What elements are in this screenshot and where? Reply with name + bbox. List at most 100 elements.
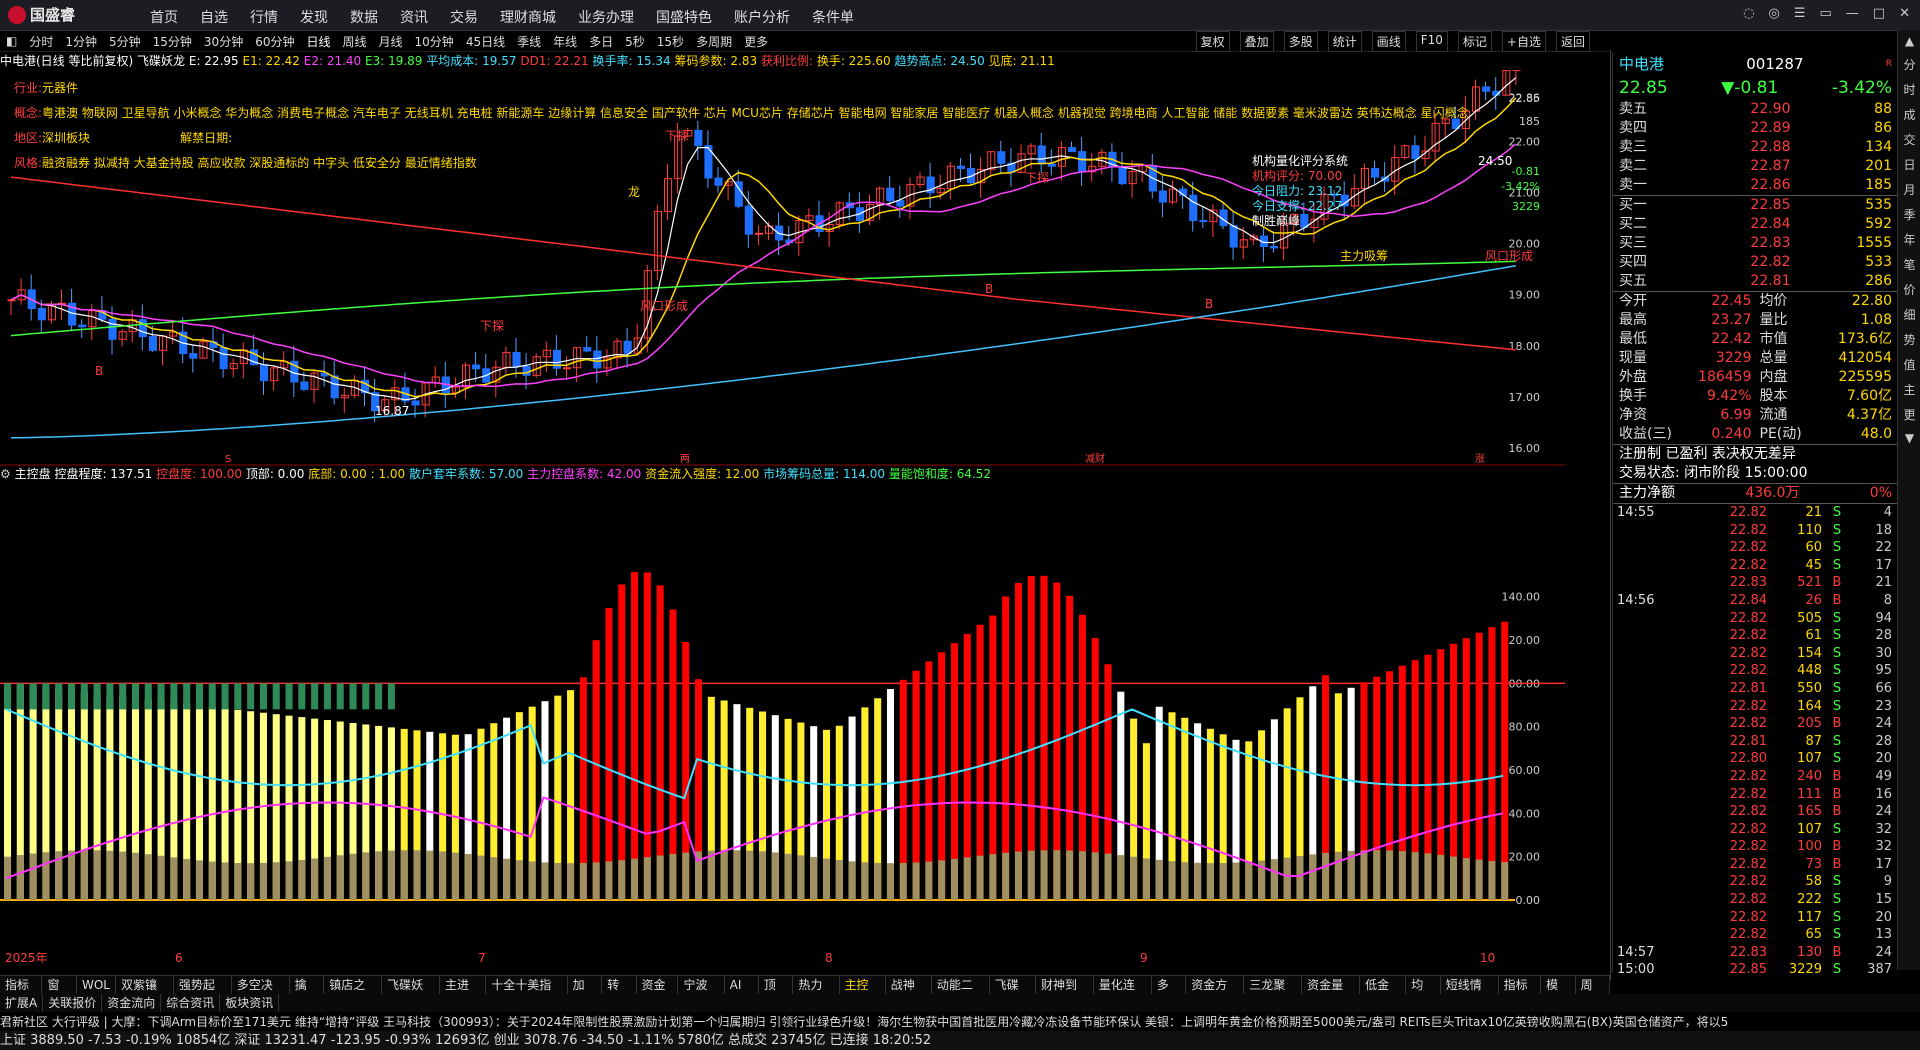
asks-row-4[interactable]: 卖一 22.86 185 [1613, 176, 1898, 195]
menu-item-11[interactable]: 条件单 [812, 7, 854, 27]
asks-row-2[interactable]: 卖三 22.88 134 [1613, 138, 1898, 157]
indicator-tab-32[interactable]: 模板 [1541, 976, 1576, 1010]
bids-row-0[interactable]: 买一 22.85 535 [1613, 196, 1898, 215]
indicator-tab-12[interactable]: 转点 [602, 976, 637, 1010]
period-16[interactable]: 多周期 [690, 33, 738, 50]
period-11[interactable]: 季线 [511, 33, 547, 50]
tool-7[interactable]: +自选 [1501, 31, 1546, 52]
tool-5[interactable]: F10 [1415, 31, 1448, 52]
period-10[interactable]: 45日线 [460, 33, 511, 50]
right-tab-10[interactable]: 价 [1903, 277, 1915, 302]
indicator-tab-1[interactable]: 窗口 [42, 976, 77, 1010]
asks-row-1[interactable]: 卖四 22.89 86 [1613, 119, 1898, 138]
period-toggle-icon[interactable]: ◧ [0, 34, 23, 48]
menu-item-8[interactable]: 业务办理 [578, 7, 634, 27]
maximize-icon[interactable]: □ [1873, 6, 1885, 21]
info-tab-2[interactable]: 资金流向 [102, 994, 162, 1012]
indicator-tab-18[interactable]: 主控盘 [840, 976, 886, 1010]
menu-item-5[interactable]: 资讯 [400, 7, 428, 27]
period-4[interactable]: 30分钟 [198, 33, 249, 50]
quote-name[interactable]: 中电港 [1619, 52, 1664, 76]
period-15[interactable]: 15秒 [651, 33, 690, 50]
right-tab-4[interactable]: 交 [1903, 127, 1915, 152]
tool-0[interactable]: 复权 [1195, 31, 1230, 52]
period-3[interactable]: 15分钟 [147, 33, 198, 50]
indicator-tab-30[interactable]: 短线情绪 [1441, 976, 1499, 1010]
indicator-tab-31[interactable]: 指标B [1499, 976, 1542, 1010]
menu-item-4[interactable]: 数据 [350, 7, 378, 27]
region-value[interactable]: 深圳板块 [42, 131, 90, 145]
indicator-tab-13[interactable]: 资金2 [637, 976, 679, 1010]
tool-2[interactable]: 多股 [1283, 31, 1318, 52]
chat-icon[interactable]: ◌ [1743, 6, 1754, 21]
tool-8[interactable]: 返回 [1555, 31, 1590, 52]
right-tab-6[interactable]: 月 [1903, 177, 1915, 202]
right-tab-3[interactable]: 成 [1903, 102, 1915, 127]
right-tab-8[interactable]: 年 [1903, 227, 1915, 252]
tick-list[interactable]: 14:55 22.82 21 S 4 22.82 110 S 18 22.82 60 S 22 22.82… [1613, 503, 1898, 979]
news-ticker[interactable]: 君新社区 大行评级 | 大摩：下调Arm目标价至171美元 维持“增持”评级 王… [0, 1013, 1920, 1031]
right-tab-2[interactable]: 时 [1903, 77, 1915, 102]
indicator-tab-9[interactable]: 主进出 [440, 976, 487, 1010]
indicator-tab-6[interactable]: 擒龙 [290, 976, 325, 1010]
period-2[interactable]: 5分钟 [103, 33, 147, 50]
menu-item-9[interactable]: 国盛特色 [656, 7, 712, 27]
tool-1[interactable]: 叠加 [1239, 31, 1274, 52]
tool-4[interactable]: 画线 [1371, 31, 1406, 52]
right-tab-12[interactable]: 势 [1903, 327, 1915, 352]
indicator-tab-19[interactable]: 战神号 [886, 976, 932, 1010]
menu-item-2[interactable]: 行情 [250, 7, 278, 27]
indicator-tab-29[interactable]: 均线 [1406, 976, 1441, 1010]
control-indicator-chart[interactable]: 140.00120.00100.0080.0060.0040.0020.000.… [0, 470, 1565, 975]
indicator-tab-7[interactable]: 镇店之宝 [324, 976, 383, 1010]
indicator-tab-27[interactable]: 资金量能 [1302, 976, 1361, 1010]
minimize-icon[interactable]: — [1846, 6, 1859, 21]
menu-item-7[interactable]: 理财商城 [500, 7, 556, 27]
right-tab-16[interactable]: ▼ [1905, 427, 1914, 449]
indicator-tab-14[interactable]: 宁波敢 [678, 976, 725, 1010]
right-tab-7[interactable]: 季 [1903, 202, 1915, 227]
right-tab-11[interactable]: 细 [1903, 302, 1915, 327]
menu-item-1[interactable]: 自选 [200, 7, 228, 27]
menu-icon[interactable]: ☰ [1794, 6, 1806, 21]
info-tab-4[interactable]: 板块资讯 [220, 994, 280, 1012]
indicator-tab-15[interactable]: AI龙 [725, 976, 759, 1010]
indicator-tab-11[interactable]: 加仓 [568, 976, 603, 1010]
indicator-tab-16[interactable]: 顶底 [759, 976, 794, 1010]
right-tab-15[interactable]: 更 [1903, 402, 1915, 427]
menu-item-0[interactable]: 首页 [150, 7, 178, 27]
indicator-tab-17[interactable]: 热力图 [793, 976, 840, 1010]
right-tab-5[interactable]: 日 [1903, 152, 1915, 177]
period-0[interactable]: 分时 [23, 33, 59, 50]
indicator-plugin[interactable]: 飞碟妖龙 [137, 54, 185, 68]
period-5[interactable]: 60分钟 [249, 33, 300, 50]
info-tab-1[interactable]: 关联报价 [43, 994, 103, 1012]
indicator-tab-5[interactable]: 多空决策 [232, 976, 290, 1010]
menu-item-3[interactable]: 发现 [300, 7, 328, 27]
right-tab-0[interactable]: ▲ [1905, 30, 1914, 52]
period-13[interactable]: 多日 [583, 33, 619, 50]
window-box-icon[interactable]: ▭ [1820, 6, 1832, 21]
menu-item-6[interactable]: 交易 [450, 7, 478, 27]
indicator-tab-23[interactable]: 量化连板 [1094, 976, 1152, 1010]
bids-row-4[interactable]: 买五 22.81 286 [1613, 272, 1898, 291]
asks-row-3[interactable]: 卖二 22.87 201 [1613, 157, 1898, 176]
period-7[interactable]: 周线 [337, 33, 373, 50]
bids-row-2[interactable]: 买三 22.83 1555 [1613, 234, 1898, 253]
period-14[interactable]: 5秒 [619, 33, 651, 50]
period-8[interactable]: 月线 [373, 33, 409, 50]
asks-row-0[interactable]: 卖五 22.90 88 [1613, 100, 1898, 119]
bids-row-3[interactable]: 买四 22.82 533 [1613, 253, 1898, 272]
indicator-tab-21[interactable]: 飞碟妖 [990, 976, 1036, 1010]
period-1[interactable]: 1分钟 [59, 33, 103, 50]
period-9[interactable]: 10分钟 [409, 33, 460, 50]
bids-row-1[interactable]: 买二 22.84 592 [1613, 215, 1898, 234]
indicator-tab-26[interactable]: 三龙聚首 [1244, 976, 1303, 1010]
indicator-tab-28[interactable]: 低金叉 [1360, 976, 1407, 1010]
industry-value[interactable]: 元器件 [42, 81, 78, 95]
right-tab-13[interactable]: 值 [1903, 352, 1915, 377]
indicator-tab-8[interactable]: 飞碟妖龙 [382, 976, 441, 1010]
indicator-tab-2[interactable]: WOL [77, 976, 116, 994]
indicator-tab-0[interactable]: 指标A [0, 976, 43, 1010]
info-tab-3[interactable]: 综合资讯 [161, 994, 221, 1012]
